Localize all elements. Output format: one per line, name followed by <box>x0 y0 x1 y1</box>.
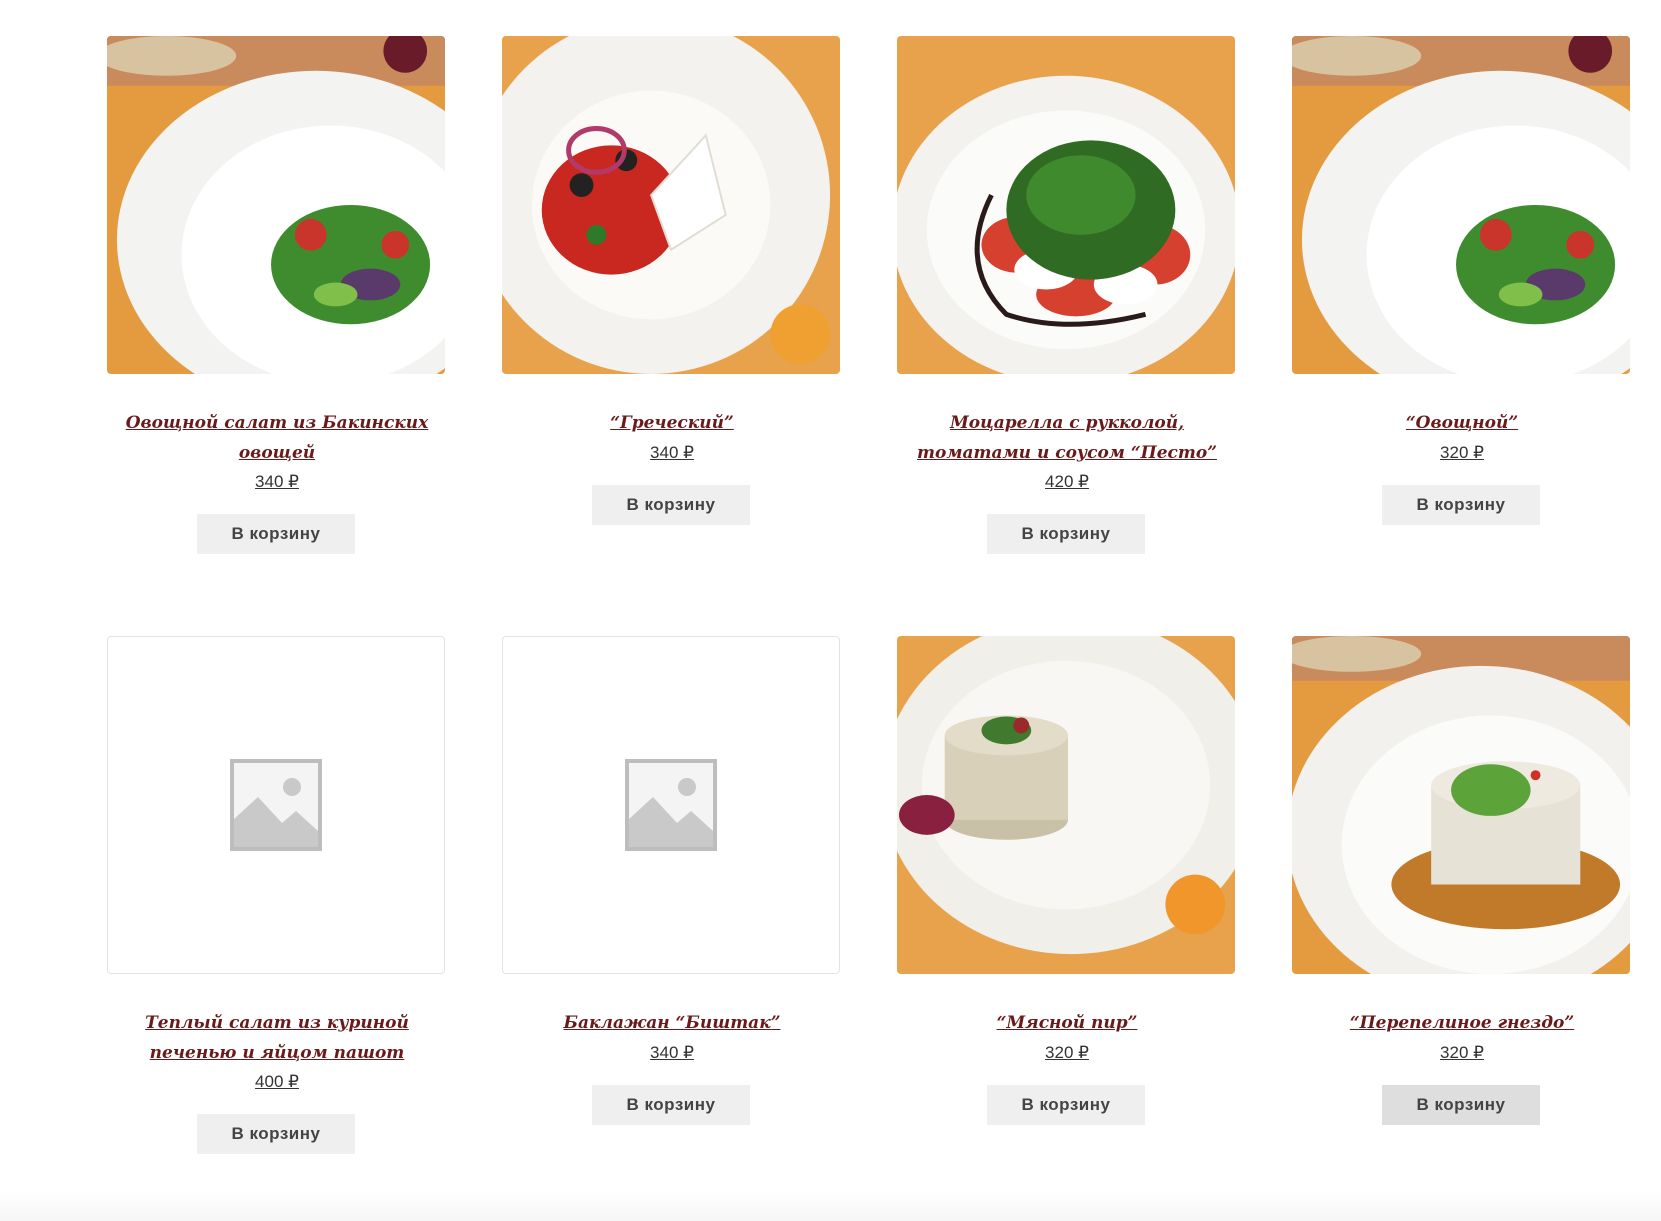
add-to-cart-button[interactable]: В корзину <box>1382 485 1540 525</box>
product-image[interactable] <box>1292 636 1630 974</box>
caprese-salad-photo <box>897 36 1235 374</box>
vegetable-salad-photo <box>107 36 445 374</box>
quail-nest-salad-photo <box>1292 636 1630 974</box>
vegetable-salad-photo <box>1292 36 1630 374</box>
product-image[interactable] <box>1292 36 1630 374</box>
add-to-cart-button[interactable]: В корзину <box>987 1085 1145 1125</box>
product-title[interactable]: Теплый салат из куриной печенью и яйцом … <box>107 1008 447 1068</box>
product-price[interactable]: 320 ₽ <box>1292 443 1632 463</box>
product-title[interactable]: Баклажан “Биштак” <box>502 1008 842 1038</box>
product-title[interactable]: “Греческий” <box>502 408 842 438</box>
add-to-cart-button[interactable]: В корзину <box>592 1085 750 1125</box>
meat-salad-photo <box>897 636 1235 974</box>
product-image[interactable] <box>107 636 445 974</box>
add-to-cart-button[interactable]: В корзину <box>592 485 750 525</box>
product-price[interactable]: 400 ₽ <box>107 1072 447 1092</box>
product-price[interactable]: 340 ₽ <box>502 1043 842 1063</box>
product-image[interactable] <box>897 36 1235 374</box>
product-grid: Овощной салат из Бакинских овощей 340 ₽ … <box>0 0 1661 1221</box>
product-title[interactable]: Овощной салат из Бакинских овощей <box>107 408 447 468</box>
next-row-fade <box>0 1190 1661 1221</box>
product-image[interactable] <box>502 36 840 374</box>
product-price[interactable]: 340 ₽ <box>502 443 842 463</box>
product-price[interactable]: 320 ₽ <box>1292 1043 1632 1063</box>
product-price[interactable]: 420 ₽ <box>897 472 1237 492</box>
product-price[interactable]: 340 ₽ <box>107 472 447 492</box>
product-title[interactable]: “Овощной” <box>1292 408 1632 438</box>
add-to-cart-button[interactable]: В корзину <box>197 514 355 554</box>
product-price[interactable]: 320 ₽ <box>897 1043 1237 1063</box>
placeholder-image-icon <box>230 759 322 851</box>
product-title[interactable]: “Перепелиное гнездо” <box>1292 1008 1632 1038</box>
add-to-cart-button[interactable]: В корзину <box>1382 1085 1540 1125</box>
placeholder-image-icon <box>625 759 717 851</box>
add-to-cart-button[interactable]: В корзину <box>197 1114 355 1154</box>
product-image[interactable] <box>897 636 1235 974</box>
product-title[interactable]: “Мясной пир” <box>897 1008 1237 1038</box>
add-to-cart-button[interactable]: В корзину <box>987 514 1145 554</box>
product-title[interactable]: Моцарелла с рукколой, томатами и соусом … <box>897 408 1237 468</box>
product-image[interactable] <box>107 36 445 374</box>
greek-salad-photo <box>502 36 840 374</box>
product-image[interactable] <box>502 636 840 974</box>
